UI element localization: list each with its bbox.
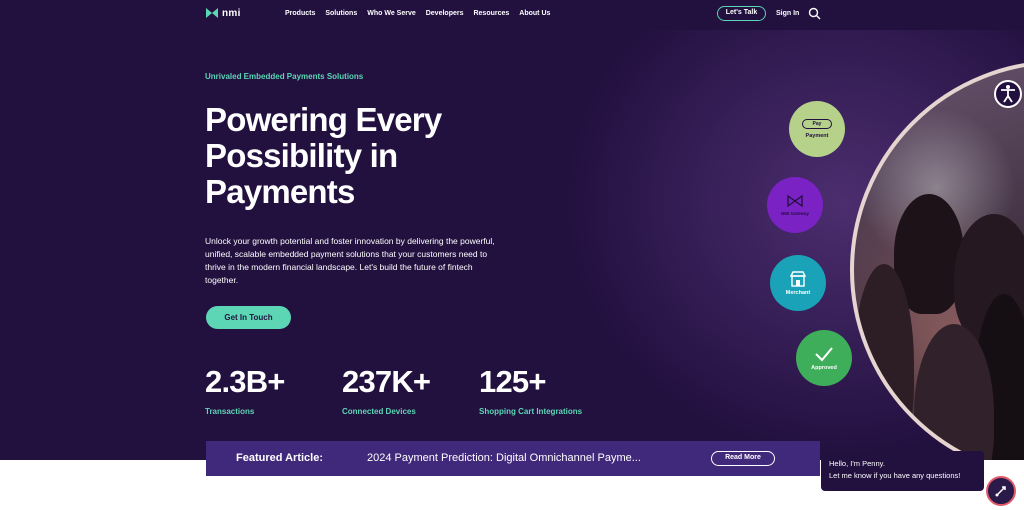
chat-line-2: Let me know if you have any questions!	[829, 471, 961, 480]
accessibility-icon	[1001, 85, 1015, 103]
hero-headline: Powering Every Possibility in Payments	[205, 101, 442, 210]
chat-line-1: Hello, I'm Penny.	[829, 459, 885, 468]
nav-developers[interactable]: Developers	[426, 10, 464, 17]
featured-article-bar: Featured Article: 2024 Payment Predictio…	[206, 441, 820, 476]
merchant-bubble: Merchant	[770, 255, 826, 311]
stat-value: 2.3B+	[205, 364, 285, 399]
nmi-logo-icon	[206, 8, 218, 18]
approved-bubble: Approved	[796, 330, 852, 386]
lets-talk-button[interactable]: Let's Talk	[717, 6, 766, 21]
hero-section: nmi Products Solutions Who We Serve Deve…	[0, 0, 1024, 460]
bubble-label: Payment	[805, 133, 829, 139]
chat-icon	[995, 486, 1006, 497]
stat-value: 125+	[479, 364, 546, 399]
bubble-label: NMI Gateway	[780, 210, 809, 216]
search-icon[interactable]	[808, 7, 821, 20]
stat-label: Shopping Cart Integrations	[479, 407, 583, 416]
featured-label: Featured Article:	[236, 452, 324, 464]
stat-value: 237K+	[342, 364, 431, 399]
bubble-label: Merchant	[785, 289, 811, 296]
gateway-icon	[787, 194, 803, 207]
nav-about-us[interactable]: About Us	[519, 10, 550, 17]
stat-transactions: 2.3B+ Transactions	[205, 364, 285, 416]
top-navigation: nmi Products Solutions Who We Serve Deve…	[0, 0, 1024, 28]
get-in-touch-button[interactable]: Get In Touch	[206, 306, 291, 329]
hero-description: Unlock your growth potential and foster …	[205, 236, 495, 285]
pay-pill: Pay	[802, 119, 832, 129]
store-icon	[789, 270, 807, 287]
logo-text: nmi	[222, 7, 241, 19]
gateway-bubble: NMI Gateway	[767, 177, 823, 233]
chat-launcher-button[interactable]	[986, 476, 1016, 506]
bubble-label: Approved	[811, 364, 837, 371]
page: nmi Products Solutions Who We Serve Deve…	[0, 0, 1024, 510]
sign-in-link[interactable]: Sign In	[776, 10, 799, 17]
stat-label: Connected Devices	[342, 407, 416, 416]
stat-connected-devices: 237K+ Connected Devices	[342, 364, 431, 416]
nav-who-we-serve[interactable]: Who We Serve	[367, 10, 416, 17]
nav-resources[interactable]: Resources	[473, 10, 509, 17]
checkmark-icon	[815, 346, 833, 361]
nav-products[interactable]: Products	[285, 10, 315, 17]
accessibility-button[interactable]	[994, 80, 1022, 108]
nav-solutions[interactable]: Solutions	[325, 10, 357, 17]
nmi-logo[interactable]: nmi	[205, 7, 241, 19]
read-more-button[interactable]: Read More	[711, 451, 775, 466]
stat-label: Transactions	[205, 407, 255, 416]
main-menu: Products Solutions Who We Serve Develope…	[285, 10, 550, 17]
featured-article-title[interactable]: 2024 Payment Prediction: Digital Omnicha…	[367, 452, 641, 464]
stat-shopping-cart-integrations: 125+ Shopping Cart Integrations	[479, 364, 582, 416]
hero-eyebrow: Unrivaled Embedded Payments Solutions	[205, 72, 364, 81]
payment-bubble: Pay Payment	[789, 101, 845, 157]
chat-greeting-popup[interactable]: Hello, I'm Penny. Let me know if you hav…	[821, 451, 984, 491]
